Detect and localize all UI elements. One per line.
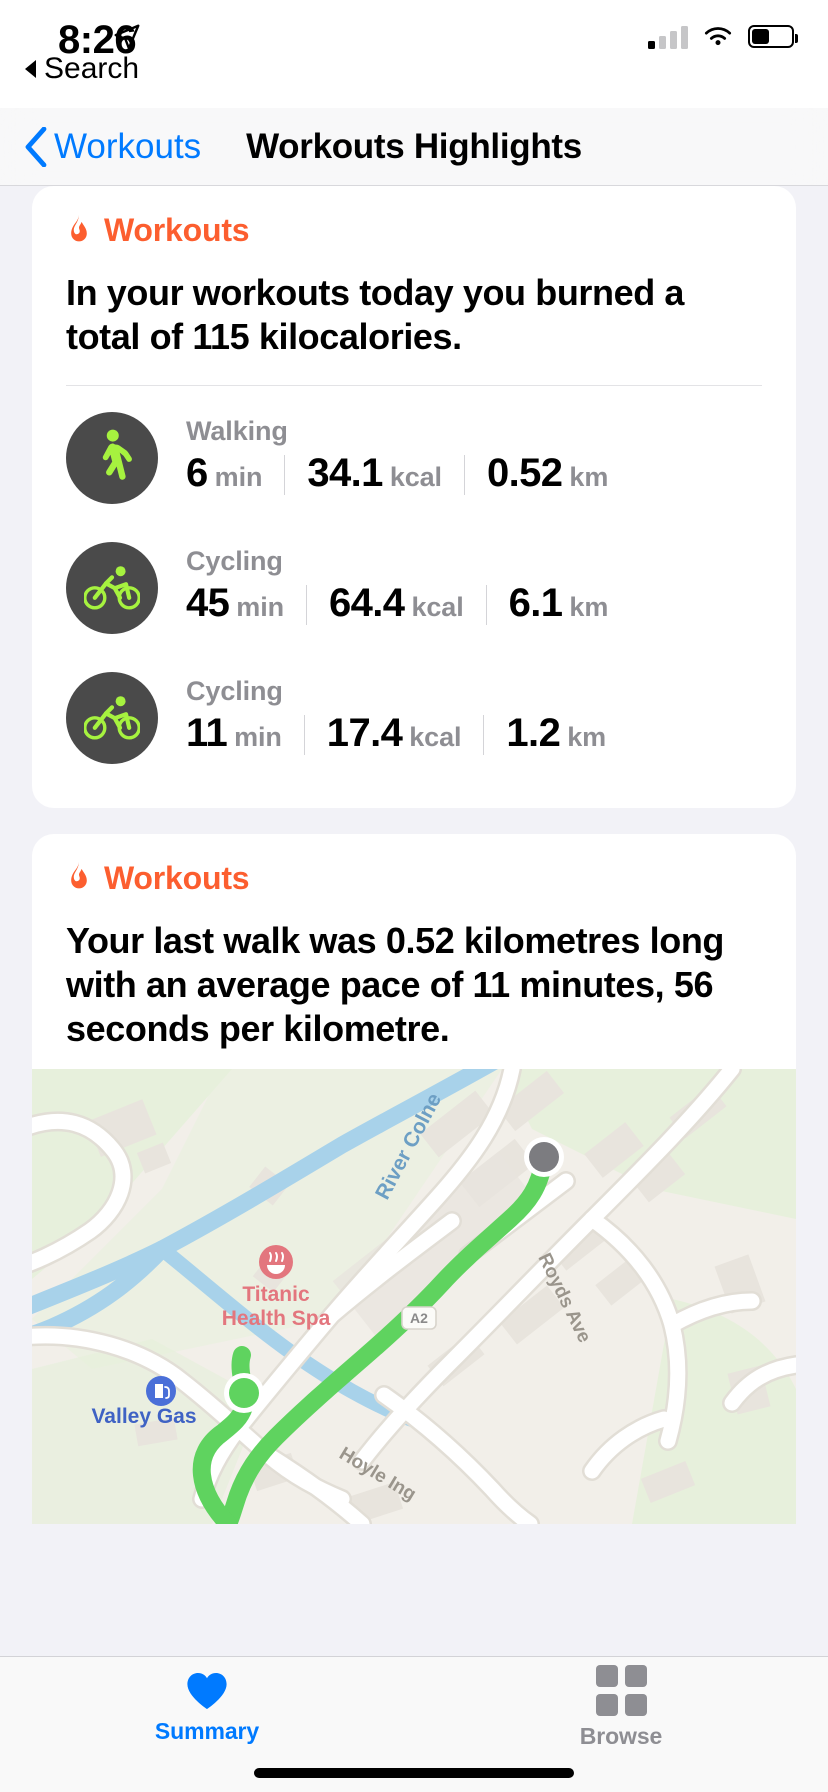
metric-value: 6.1 <box>508 581 563 626</box>
metric-value: 45 <box>186 581 230 626</box>
back-to-search-label: Search <box>44 52 140 85</box>
metric-energy: 34.1 kcal <box>307 451 442 496</box>
triangle-left-icon <box>25 60 36 78</box>
workout-metrics: 11 min 17.4 kcal 1.2 km <box>186 711 762 759</box>
location-arrow-icon <box>112 22 142 52</box>
svg-text:Valley Gas: Valley Gas <box>91 1405 196 1428</box>
metric-separator <box>303 715 305 756</box>
scroll-content[interactable]: Workouts In your workouts today you burn… <box>0 186 828 1656</box>
workout-row[interactable]: Cycling 11 min 17.4 kcal 1.2 km <box>66 650 762 780</box>
metric-energy: 64.4 kcal <box>329 581 464 626</box>
metric-unit: km <box>569 462 609 493</box>
metric-value: 64.4 <box>329 581 405 626</box>
road-shield-a2: A2 <box>401 1305 437 1330</box>
metric-distance: 0.52 km <box>487 451 608 496</box>
card-header-label: Workouts <box>104 859 250 896</box>
cycling-figure-icon <box>66 671 158 764</box>
metric-value: 6 <box>186 451 208 496</box>
home-indicator <box>254 1768 574 1778</box>
metric-duration: 6 min <box>186 451 262 496</box>
metric-distance: 1.2 km <box>506 711 606 756</box>
metric-unit: km <box>567 722 607 753</box>
metric-separator <box>485 585 487 626</box>
card-header-label: Workouts <box>104 212 250 248</box>
grid-icon <box>595 1665 647 1716</box>
workout-type-label: Cycling <box>186 676 283 707</box>
last-walk-card[interactable]: Workouts Your last walk was 0.52 kilomet… <box>32 833 796 1069</box>
tab-bar: Summary Browse <box>0 1656 828 1792</box>
cycling-figure-icon <box>66 541 158 634</box>
status-bar: 8:26 Search <box>0 0 828 108</box>
svg-text:A2: A2 <box>410 1310 428 1326</box>
metric-duration: 45 min <box>186 581 284 626</box>
metric-separator <box>483 715 485 756</box>
metric-unit: kcal <box>409 722 462 753</box>
walking-figure-icon <box>66 411 158 504</box>
workout-row[interactable]: Cycling 45 min 64.4 kcal 6.1 km <box>66 520 762 650</box>
card-body-text: In your workouts today you burned a tota… <box>66 272 685 357</box>
metric-separator <box>306 585 307 626</box>
chevron-left-icon <box>25 126 47 167</box>
flame-icon <box>71 861 87 889</box>
wifi-icon <box>704 27 732 46</box>
battery-icon <box>748 25 798 48</box>
metric-separator <box>284 455 286 496</box>
workout-rows: Walking 6 min 34.1 kcal 0.52 km Cycling … <box>66 386 762 780</box>
metric-unit: min <box>234 722 282 753</box>
tab-summary-label: Summary <box>154 1717 260 1744</box>
map-canvas: A2 Royds Ave Hoyle Ing River Colne Titan… <box>32 1068 796 1524</box>
back-button-workouts[interactable]: Workouts <box>24 126 202 167</box>
metric-unit: kcal <box>411 592 464 623</box>
metric-distance: 6.1 km <box>509 581 609 626</box>
card-header: Workouts <box>66 212 762 249</box>
workout-type-label: Walking <box>186 416 288 447</box>
route-end-marker <box>524 1136 564 1177</box>
workout-metrics: 6 min 34.1 kcal 0.52 km <box>186 451 762 499</box>
metric-unit: kcal <box>389 462 442 493</box>
cellular-signal-icon <box>648 25 688 49</box>
metric-duration: 11 min <box>186 711 282 756</box>
metric-unit: min <box>236 592 284 623</box>
workout-row[interactable]: Walking 6 min 34.1 kcal 0.52 km <box>66 390 762 520</box>
metric-unit: min <box>214 462 263 493</box>
card-header: Workouts <box>66 860 762 897</box>
flame-icon <box>71 213 87 241</box>
back-button-label: Workouts <box>54 126 202 166</box>
metric-value: 17.4 <box>326 711 403 756</box>
back-to-search-link[interactable]: Search <box>22 52 139 86</box>
svg-text:Health Spa: Health Spa <box>222 1307 331 1330</box>
status-bar-indicators <box>648 24 798 49</box>
navigation-bar: Workouts Workouts Highlights <box>0 108 828 186</box>
heart-icon <box>187 1672 227 1709</box>
route-start-marker <box>224 1372 264 1413</box>
workout-metrics: 45 min 64.4 kcal 6.1 km <box>186 581 762 629</box>
metric-energy: 17.4 kcal <box>327 711 462 756</box>
route-map-card[interactable]: A2 Royds Ave Hoyle Ing River Colne Titan… <box>32 1068 796 1524</box>
metric-value: 34.1 <box>307 451 383 496</box>
route-map[interactable]: A2 Royds Ave Hoyle Ing River Colne Titan… <box>32 1068 796 1524</box>
tab-browse-label: Browse <box>579 1723 663 1749</box>
card-body-text: Your last walk was 0.52 kilometres long … <box>66 919 724 1049</box>
metric-unit: km <box>569 592 609 623</box>
metric-value: 1.2 <box>506 711 561 756</box>
metric-separator <box>463 455 465 496</box>
workout-type-label: Cycling <box>186 546 283 577</box>
workouts-summary-card[interactable]: Workouts In your workouts today you burn… <box>32 186 796 808</box>
svg-text:Titanic: Titanic <box>242 1283 310 1306</box>
metric-value: 11 <box>186 711 228 756</box>
metric-value: 0.52 <box>486 451 563 496</box>
